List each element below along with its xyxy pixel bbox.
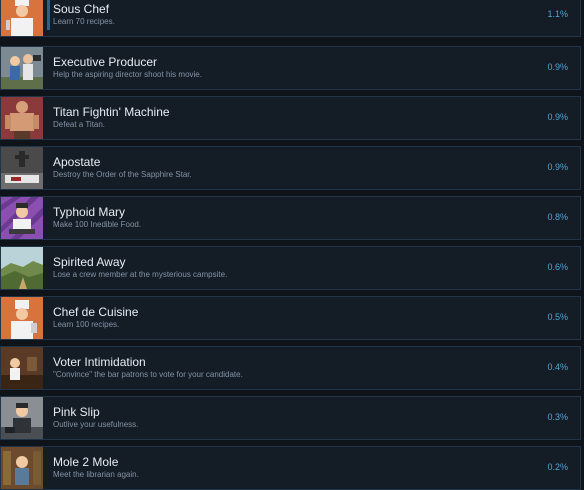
achievement-description: "Convince" the bar patrons to vote for y… bbox=[53, 370, 243, 379]
office-worker-icon bbox=[1, 397, 43, 439]
achievement-description: Outlive your usefulness. bbox=[53, 420, 139, 429]
achievement-title: Pink Slip bbox=[53, 405, 100, 419]
achievement-title: Mole 2 Mole bbox=[53, 455, 119, 469]
achievement-list: Sous Chef Learn 70 recipes. 1.1% Executi… bbox=[0, 0, 584, 490]
achievement-row-titan-fightin-machine[interactable]: Titan Fightin' Machine Defeat a Titan. 0… bbox=[0, 96, 581, 140]
achievement-title: Voter Intimidation bbox=[53, 355, 146, 369]
altar-icon bbox=[1, 147, 43, 189]
achievement-row-spirited-away[interactable]: Spirited Away Lose a crew member at the … bbox=[0, 246, 581, 290]
achievement-description: Defeat a Titan. bbox=[53, 120, 106, 129]
achievement-description: Lose a crew member at the mysterious cam… bbox=[53, 270, 228, 279]
librarian-icon bbox=[1, 447, 43, 489]
achievement-title: Sous Chef bbox=[53, 2, 110, 16]
achievement-percent: 0.9% bbox=[547, 162, 568, 172]
achievement-row-pink-slip[interactable]: Pink Slip Outlive your usefulness. 0.3% bbox=[0, 396, 581, 440]
film-crew-icon bbox=[1, 47, 43, 89]
titan-icon bbox=[1, 97, 43, 139]
achievement-row-mole-2-mole[interactable]: Mole 2 Mole Meet the librarian again. 0.… bbox=[0, 446, 581, 490]
landscape-icon bbox=[1, 247, 43, 289]
achievement-row-voter-intimidation[interactable]: Voter Intimidation "Convince" the bar pa… bbox=[0, 346, 581, 390]
bar-patron-icon bbox=[1, 347, 43, 389]
achievement-description: Learn 100 recipes. bbox=[53, 320, 120, 329]
achievement-row-sous-chef[interactable]: Sous Chef Learn 70 recipes. 1.1% bbox=[0, 0, 581, 37]
achievement-percent: 0.2% bbox=[547, 462, 568, 472]
achievement-title: Spirited Away bbox=[53, 255, 126, 269]
achievement-description: Make 100 Inedible Food. bbox=[53, 220, 142, 229]
achievement-row-apostate[interactable]: Apostate Destroy the Order of the Sapphi… bbox=[0, 146, 581, 190]
achievement-title: Apostate bbox=[53, 155, 101, 169]
achievement-percent: 0.6% bbox=[547, 262, 568, 272]
achievement-title: Titan Fightin' Machine bbox=[53, 105, 170, 119]
achievement-description: Meet the librarian again. bbox=[53, 470, 139, 479]
achievement-title: Typhoid Mary bbox=[53, 205, 126, 219]
achievement-title: Executive Producer bbox=[53, 55, 158, 69]
achievement-percent: 0.3% bbox=[547, 412, 568, 422]
achievement-percent: 1.1% bbox=[547, 9, 568, 19]
achievement-percent: 0.9% bbox=[547, 112, 568, 122]
chef-portrait-icon bbox=[1, 297, 43, 339]
achievement-description: Learn 70 recipes. bbox=[53, 17, 115, 26]
achievement-percent: 0.9% bbox=[547, 62, 568, 72]
achievement-percent: 0.4% bbox=[547, 362, 568, 372]
cook-purple-icon bbox=[1, 197, 43, 239]
achievement-row-chef-de-cuisine[interactable]: Chef de Cuisine Learn 100 recipes. 0.5% bbox=[0, 296, 581, 340]
achievement-row-typhoid-mary[interactable]: Typhoid Mary Make 100 Inedible Food. 0.8… bbox=[0, 196, 581, 240]
achievement-percent: 0.5% bbox=[547, 312, 568, 322]
achievement-description: Destroy the Order of the Sapphire Star. bbox=[53, 170, 192, 179]
chef-portrait-icon bbox=[1, 0, 43, 36]
achievement-row-executive-producer[interactable]: Executive Producer Help the aspiring dir… bbox=[0, 46, 581, 90]
progress-indicator bbox=[47, 0, 50, 30]
achievement-percent: 0.8% bbox=[547, 212, 568, 222]
achievement-description: Help the aspiring director shoot his mov… bbox=[53, 70, 202, 79]
achievement-title: Chef de Cuisine bbox=[53, 305, 139, 319]
